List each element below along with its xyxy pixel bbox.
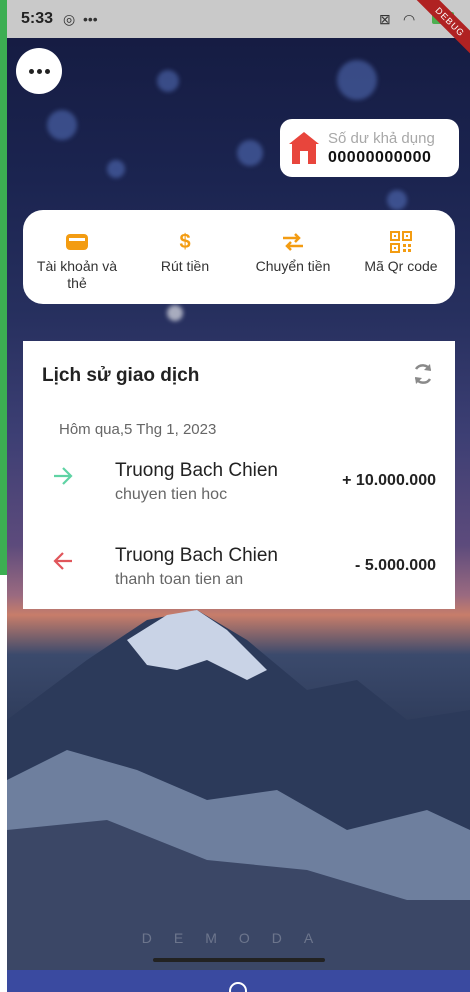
action-label: Rút tiền bbox=[160, 258, 210, 274]
debug-banner: DEBUG bbox=[408, 0, 470, 64]
home-icon bbox=[289, 132, 319, 164]
transaction-history: Lịch sử giao dịch Hôm qua,5 Thg 1, 2023 … bbox=[23, 341, 455, 609]
sync-status-icon: ◎ bbox=[63, 11, 76, 27]
status-bar: 5:33 ◎ ••• ⊠ ◠ 100 DEBUG bbox=[7, 0, 470, 64]
qr-code-icon bbox=[390, 230, 412, 254]
transaction-name: Truong Bach Chien bbox=[115, 460, 279, 481]
action-label: Mã Qr code bbox=[364, 258, 438, 274]
app-screen: 5:33 ◎ ••• ⊠ ◠ 100 DEBUG Số dư khả dụng … bbox=[7, 0, 470, 992]
balance-label: Số dư khả dụng bbox=[328, 130, 435, 147]
more-menu-button[interactable] bbox=[16, 48, 62, 94]
arrow-right-icon bbox=[54, 467, 73, 485]
mountain-background bbox=[7, 610, 470, 970]
action-label: Tài khoản và thẻ bbox=[36, 258, 118, 291]
action-label: Chuyển tiền bbox=[255, 258, 331, 274]
transaction-item[interactable]: Truong Bach Chien thanh toan tien an - 5… bbox=[23, 539, 455, 599]
history-date: Hôm qua,5 Thg 1, 2023 bbox=[59, 421, 217, 438]
transaction-item[interactable]: Truong Bach Chien chuyen tien hoc + 10.0… bbox=[23, 454, 455, 514]
background-bokeh bbox=[337, 60, 377, 100]
home-indicator[interactable] bbox=[153, 958, 325, 962]
previous-screen-edge bbox=[0, 0, 7, 992]
transaction-description: thanh toan tien an bbox=[115, 571, 244, 588]
background-bokeh bbox=[387, 190, 407, 210]
dot-icon bbox=[28, 68, 34, 74]
status-time: 5:33 bbox=[21, 10, 54, 27]
background-bokeh bbox=[47, 110, 77, 140]
transaction-name: Truong Bach Chien bbox=[115, 545, 279, 566]
background-star bbox=[167, 305, 183, 321]
action-transfer[interactable]: Chuyển tiền bbox=[248, 230, 338, 275]
transfer-icon bbox=[281, 230, 305, 254]
background-bokeh bbox=[237, 140, 263, 166]
background-bokeh bbox=[107, 160, 125, 178]
home-nav-icon[interactable] bbox=[229, 982, 247, 992]
action-qr-code[interactable]: Mã Qr code bbox=[356, 230, 446, 275]
action-accounts-and-cards[interactable]: Tài khoản và thẻ bbox=[32, 230, 122, 292]
transaction-amount: - 5.000.000 bbox=[355, 557, 436, 574]
dot-icon bbox=[36, 68, 42, 74]
transaction-amount: + 10.000.000 bbox=[342, 472, 436, 489]
wifi-icon: ◠ bbox=[403, 11, 416, 27]
action-withdraw[interactable]: $ Rút tiền bbox=[140, 230, 230, 275]
more-notifications-icon: ••• bbox=[83, 11, 98, 27]
system-nav-bar bbox=[7, 970, 470, 992]
previous-screen-sidebar bbox=[0, 0, 7, 575]
dot-icon bbox=[44, 68, 50, 74]
dollar-icon: $ bbox=[179, 230, 191, 253]
quick-actions: Tài khoản và thẻ $ Rút tiền Chuyển tiền … bbox=[23, 210, 455, 304]
background-bokeh bbox=[157, 70, 179, 92]
balance-value: 00000000000 bbox=[328, 149, 432, 166]
card-icon bbox=[65, 230, 89, 254]
background-watermark: DEMODA bbox=[141, 930, 336, 946]
refresh-icon[interactable] bbox=[410, 361, 436, 387]
history-title: Lịch sử giao dịch bbox=[42, 365, 200, 386]
sim-icon: ⊠ bbox=[379, 11, 391, 27]
balance-card[interactable]: Số dư khả dụng 00000000000 bbox=[280, 119, 459, 177]
arrow-left-icon bbox=[53, 552, 72, 570]
transaction-description: chuyen tien hoc bbox=[115, 486, 228, 503]
